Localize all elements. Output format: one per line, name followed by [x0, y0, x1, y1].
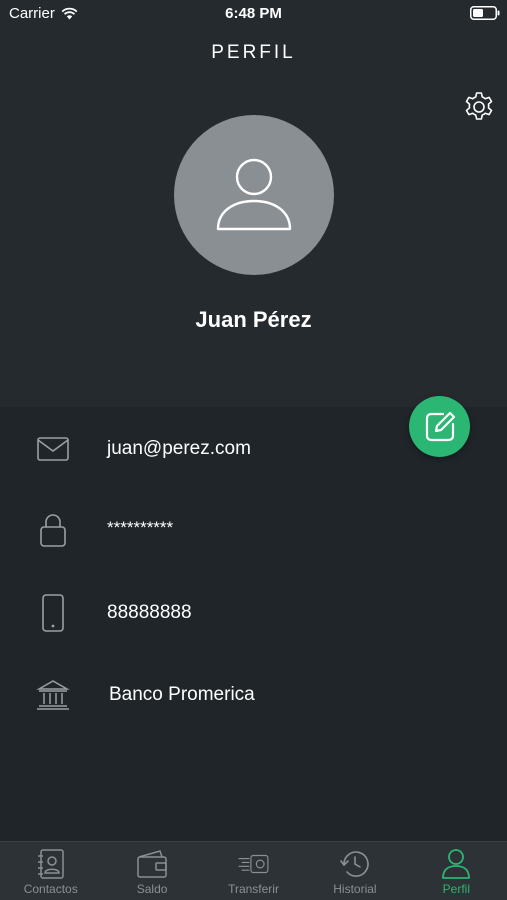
profile-icon [439, 848, 473, 880]
tab-label: Saldo [136, 882, 168, 896]
user-icon [216, 158, 292, 231]
tab-label: Historial [333, 882, 377, 896]
wallet-icon [135, 848, 169, 880]
password-value: ********** [107, 518, 174, 537]
status-time: 6:48 PM [225, 5, 282, 22]
contacts-icon [34, 848, 68, 880]
phone-value: 88888888 [107, 602, 192, 623]
bank-row: Banco Promerica [0, 665, 507, 725]
tab-contactos[interactable]: Contactos [0, 842, 101, 900]
tab-historial[interactable]: Historial [304, 842, 405, 900]
lock-icon [35, 510, 71, 550]
edit-icon [425, 411, 455, 441]
avatar [174, 115, 334, 275]
settings-button[interactable] [462, 90, 496, 124]
battery-icon [470, 6, 500, 20]
gear-icon [465, 92, 493, 120]
password-row: ********** [0, 500, 507, 560]
tab-label: Contactos [23, 882, 78, 896]
status-bar: Carrier 6:48 PM [0, 0, 507, 28]
tab-label: Perfil [442, 882, 470, 896]
email-value: juan@perez.com [107, 438, 251, 459]
edit-profile-button[interactable] [409, 396, 470, 457]
history-icon [338, 848, 372, 880]
phone-row: 88888888 [0, 583, 507, 643]
bank-value: Banco Promerica [109, 684, 255, 705]
user-name: Juan Pérez [195, 307, 312, 332]
tab-saldo[interactable]: Saldo [101, 842, 202, 900]
tab-transferir[interactable]: Transferir [203, 842, 304, 900]
tab-bar: Contactos Saldo Transferir Historial Per… [0, 841, 507, 900]
tab-label: Transferir [228, 882, 279, 896]
profile-screen: Carrier 6:48 PM PERFIL Juan Pérez juan@p… [0, 0, 507, 900]
envelope-icon [35, 429, 71, 469]
bank-icon [35, 675, 71, 715]
phone-icon [35, 593, 71, 633]
page-title: PERFIL [211, 42, 296, 63]
transfer-icon [237, 848, 271, 880]
tab-perfil[interactable]: Perfil [406, 842, 507, 900]
